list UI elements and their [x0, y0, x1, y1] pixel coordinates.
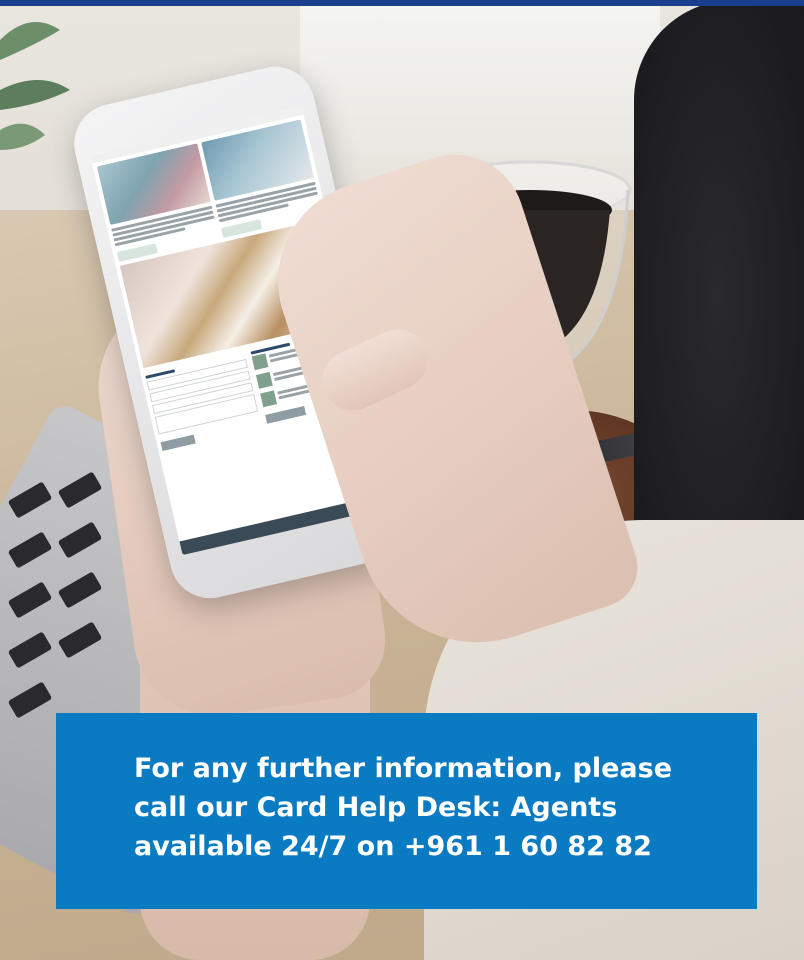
help-desk-line-3: available 24/7 on +961 1 60 82 82	[134, 831, 652, 862]
top-accent-bar	[0, 0, 804, 6]
help-desk-line-1: For any further information, please	[134, 753, 673, 784]
help-desk-message: For any further information, please call…	[134, 749, 683, 866]
phone-contact-form	[145, 351, 262, 452]
phone-card	[96, 143, 219, 262]
help-desk-line-2: call our Card Help Desk: Agents	[134, 792, 618, 823]
phone-more-button	[264, 406, 306, 424]
help-desk-banner: For any further information, please call…	[56, 713, 757, 909]
plant-icon	[0, 22, 70, 150]
phone-submit-button	[160, 434, 196, 452]
